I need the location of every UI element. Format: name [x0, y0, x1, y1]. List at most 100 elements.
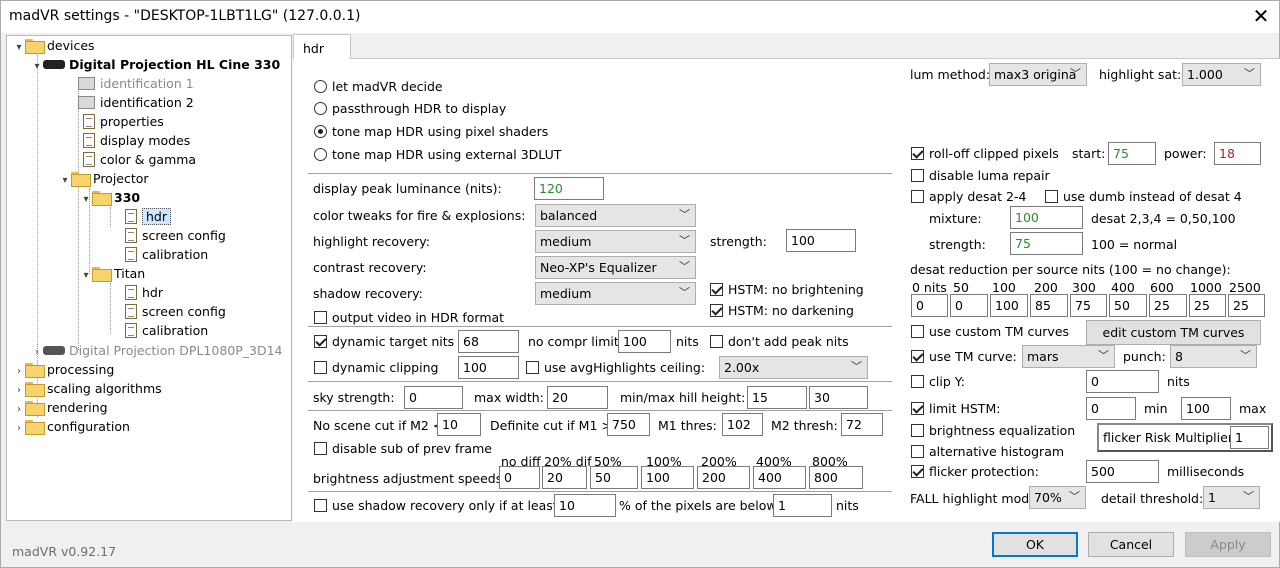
ok-button[interactable]: OK [992, 532, 1078, 557]
sky-strength-input[interactable]: 0 [404, 386, 463, 409]
tab-hdr[interactable]: hdr [293, 34, 351, 59]
hill-max-input[interactable]: 30 [809, 386, 868, 409]
desat-nits-input-1000[interactable]: 25 [1189, 294, 1226, 317]
tree-item-hdr[interactable]: hdr [125, 207, 171, 226]
disable-sub-checkbox[interactable] [314, 442, 327, 455]
tree-item-rendering[interactable]: › rendering [13, 398, 108, 417]
power-input[interactable]: 18 [1214, 142, 1261, 165]
flicker-risk-input[interactable]: 1 [1230, 426, 1269, 449]
dynamic-target-nits-checkbox[interactable] [314, 335, 327, 348]
collapse-icon[interactable]: ▾ [59, 171, 71, 190]
punch-dropdown[interactable]: 8 ﹀ [1170, 345, 1257, 368]
expand-icon[interactable]: › [13, 419, 25, 438]
close-icon[interactable]: ✕ [1249, 3, 1273, 29]
apply-desat-checkbox[interactable] [911, 190, 924, 203]
tree-item-titan-calibration[interactable]: calibration [125, 321, 208, 340]
desat-nits-input-100[interactable]: 100 [990, 294, 1028, 317]
use-custom-tm-checkbox[interactable] [911, 325, 924, 338]
avghighlights-dropdown[interactable]: 2.00x ﹀ [719, 356, 868, 379]
speed-input-800[interactable]: 800 [809, 466, 863, 489]
highlight-recovery-dropdown[interactable]: medium ﹀ [535, 230, 696, 253]
output-hdr-checkbox[interactable] [314, 311, 327, 324]
tree-item-330[interactable]: ▾ 330 [80, 188, 140, 207]
radio-external-3dlut[interactable] [314, 148, 327, 161]
shadow-recovery-only-checkbox[interactable] [314, 499, 327, 512]
contrast-recovery-dropdown[interactable]: Neo-XP's Equalizer ﹀ [535, 256, 696, 279]
tm-curve-dropdown[interactable]: mars ﹀ [1022, 345, 1115, 368]
radio-passthrough[interactable] [314, 102, 327, 115]
hstm-min-input[interactable]: 0 [1086, 397, 1136, 420]
tree-item-color-gamma[interactable]: color & gamma [83, 150, 196, 169]
speed-input-20[interactable]: 20 [542, 466, 587, 489]
clip-y-checkbox[interactable] [911, 375, 924, 388]
m2-thresh-input[interactable]: 72 [841, 413, 883, 436]
shadow-recovery-dropdown[interactable]: medium ﹀ [535, 282, 696, 305]
dont-add-peak-nits-checkbox[interactable] [710, 335, 723, 348]
speed-input-200[interactable]: 200 [697, 466, 750, 489]
hstm-max-input[interactable]: 100 [1181, 397, 1231, 420]
tree-item-titan-hdr[interactable]: hdr [125, 283, 163, 302]
peak-luminance-input[interactable]: 120 [534, 177, 604, 200]
tree-item-processing[interactable]: › processing [13, 360, 114, 379]
tree-item-titan[interactable]: ▾ Titan [80, 264, 145, 283]
desat-nits-input-200[interactable]: 85 [1030, 294, 1068, 317]
collapse-icon[interactable]: ▾ [80, 266, 92, 285]
speed-input-100[interactable]: 100 [641, 466, 694, 489]
no-scene-cut-input[interactable]: 10 [437, 413, 481, 436]
hstm-no-brightening-checkbox[interactable] [710, 283, 723, 296]
mixture-input[interactable]: 100 [1010, 206, 1083, 229]
clip-y-input[interactable]: 0 [1086, 370, 1159, 393]
use-avghighlights-checkbox[interactable] [526, 361, 539, 374]
definite-cut-input[interactable]: 750 [607, 413, 650, 436]
alternative-histogram-checkbox[interactable] [911, 445, 924, 458]
dynamic-clipping-checkbox[interactable] [314, 361, 327, 374]
tree-item-projector[interactable]: ▾ Projector [59, 169, 149, 188]
dynamic-target-nits-input[interactable]: 68 [458, 330, 519, 353]
max-width-input[interactable]: 20 [547, 386, 608, 409]
highlight-sat-dropdown[interactable]: 1.000 ﹀ [1182, 63, 1261, 86]
collapse-icon[interactable]: ▾ [13, 38, 25, 57]
collapse-icon[interactable]: ▾ [31, 57, 43, 76]
tree-item-device-dpl1080p[interactable]: › Digital Projection DPL1080P_3D14 [31, 341, 283, 360]
detail-threshold-dropdown[interactable]: 1 ﹀ [1203, 486, 1260, 509]
desat-nits-input-300[interactable]: 75 [1070, 294, 1107, 317]
lum-method-dropdown[interactable]: max3 origina ﹀ [989, 63, 1087, 86]
apply-button[interactable]: Apply [1185, 532, 1271, 557]
strength-input[interactable]: 100 [786, 229, 856, 252]
flicker-protection-checkbox[interactable] [911, 465, 924, 478]
tree-item-screen-config[interactable]: screen config [125, 226, 226, 245]
desat-nits-input-400[interactable]: 50 [1109, 294, 1147, 317]
tree-item-configuration[interactable]: › configuration [13, 417, 130, 436]
use-tm-curve-checkbox[interactable] [911, 350, 924, 363]
use-dumb-desat-checkbox[interactable] [1045, 190, 1058, 203]
desat-nits-input-50[interactable]: 0 [950, 294, 988, 317]
speed-input-no-diff[interactable]: 0 [499, 466, 540, 489]
fall-highlight-dropdown[interactable]: 70% ﹀ [1029, 486, 1086, 509]
desat-nits-input-2500[interactable]: 25 [1228, 294, 1265, 317]
start-input[interactable]: 75 [1108, 142, 1156, 165]
desat-nits-input-600[interactable]: 25 [1149, 294, 1187, 317]
below-nits-input[interactable]: 1 [773, 494, 832, 517]
limit-hstm-checkbox[interactable] [911, 402, 924, 415]
disable-luma-repair-checkbox[interactable] [911, 169, 924, 182]
radio-pixel-shaders[interactable] [314, 125, 327, 138]
brightness-equalization-checkbox[interactable] [911, 424, 924, 437]
tree-item-titan-screen-config[interactable]: screen config [125, 302, 226, 321]
tree-item-display-modes[interactable]: display modes [83, 131, 190, 150]
tree-item-calibration[interactable]: calibration [125, 245, 208, 264]
desat-nits-input-0[interactable]: 0 [911, 294, 948, 317]
dynamic-clipping-input[interactable]: 100 [458, 356, 519, 379]
tree-item-devices[interactable]: ▾ devices [13, 36, 95, 55]
tree-item-device-hl-cine[interactable]: ▾ Digital Projection HL Cine 330 [31, 55, 280, 74]
m1-thres-input[interactable]: 102 [722, 413, 763, 436]
cancel-button[interactable]: Cancel [1088, 532, 1174, 557]
speed-input-400[interactable]: 400 [753, 466, 806, 489]
roll-off-checkbox[interactable] [911, 147, 924, 160]
desat-strength-input[interactable]: 75 [1010, 232, 1083, 255]
no-compr-limit-input[interactable]: 100 [618, 330, 671, 353]
flicker-protection-input[interactable]: 500 [1086, 460, 1159, 483]
edit-custom-tm-button[interactable]: edit custom TM curves [1086, 320, 1261, 345]
speed-input-50[interactable]: 50 [590, 466, 638, 489]
hstm-no-darkening-checkbox[interactable] [710, 304, 723, 317]
collapse-icon[interactable]: ▾ [80, 190, 92, 209]
